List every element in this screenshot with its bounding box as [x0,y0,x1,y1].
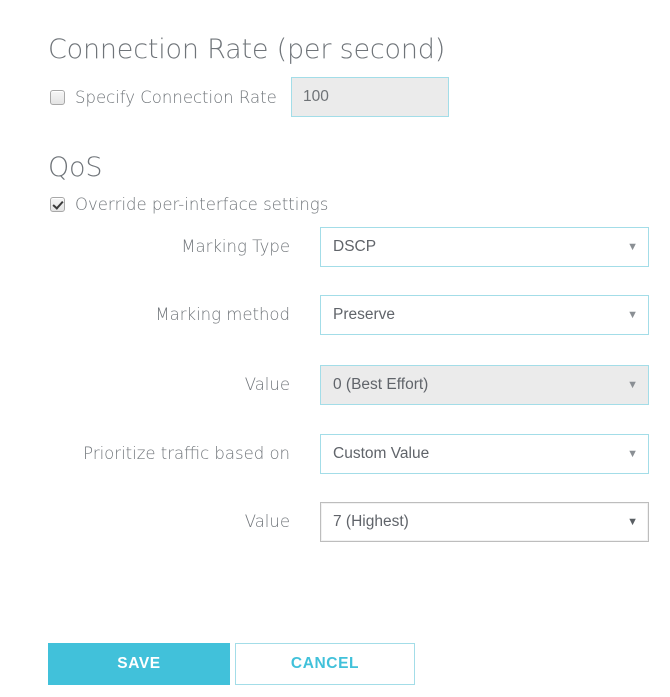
label-prioritize-traffic: Prioritize traffic based on [83,444,290,463]
select-marking-method-value: Preserve [333,306,396,323]
save-button[interactable]: SAVE [48,643,230,685]
specify-connection-rate-row: Specify Connection Rate [50,85,277,109]
select-marking-value[interactable]: 0 (Best Effort) ▼ [320,365,649,405]
label-priority-value: Value [244,512,290,531]
form-row-marking-value: Value 0 (Best Effort) ▼ [0,365,670,405]
form-row-marking-method: Marking method Preserve ▼ [0,295,670,335]
select-marking-method[interactable]: Preserve ▼ [320,295,649,335]
section-title-qos: QoS [48,152,103,183]
chevron-down-icon: ▼ [627,309,638,321]
connection-rate-input[interactable] [291,77,449,117]
chevron-down-icon: ▼ [627,448,638,460]
override-per-interface-checkbox[interactable] [50,196,65,212]
qos-settings-panel: Connection Rate (per second) Specify Con… [0,0,670,697]
section-title-connection-rate: Connection Rate (per second) [48,34,446,65]
select-marking-type[interactable]: DSCP ▼ [320,227,649,267]
select-prioritize-traffic-value: Custom Value [333,445,430,462]
override-per-interface-label: Override per-interface settings [75,194,329,214]
form-row-priority-value: Value 7 (Highest) ▼ [0,502,670,542]
cancel-button[interactable]: CANCEL [235,643,415,685]
chevron-down-icon: ▼ [627,379,638,391]
chevron-down-icon: ▼ [627,516,638,528]
label-marking-value: Value [244,375,290,394]
label-marking-type: Marking Type [181,237,290,256]
specify-connection-rate-label: Specify Connection Rate [75,87,277,107]
select-prioritize-traffic[interactable]: Custom Value ▼ [320,434,649,474]
override-per-interface-row: Override per-interface settings [50,192,328,216]
select-priority-value-value: 7 (Highest) [333,513,409,530]
form-row-marking-type: Marking Type DSCP ▼ [0,227,670,267]
specify-connection-rate-checkbox[interactable] [50,89,65,105]
select-priority-value[interactable]: 7 (Highest) ▼ [320,502,649,542]
select-marking-value-value: 0 (Best Effort) [333,376,429,393]
chevron-down-icon: ▼ [627,241,638,253]
select-marking-type-value: DSCP [333,238,377,255]
label-marking-method: Marking method [155,305,290,324]
form-row-prioritize-traffic: Prioritize traffic based on Custom Value… [0,434,670,474]
